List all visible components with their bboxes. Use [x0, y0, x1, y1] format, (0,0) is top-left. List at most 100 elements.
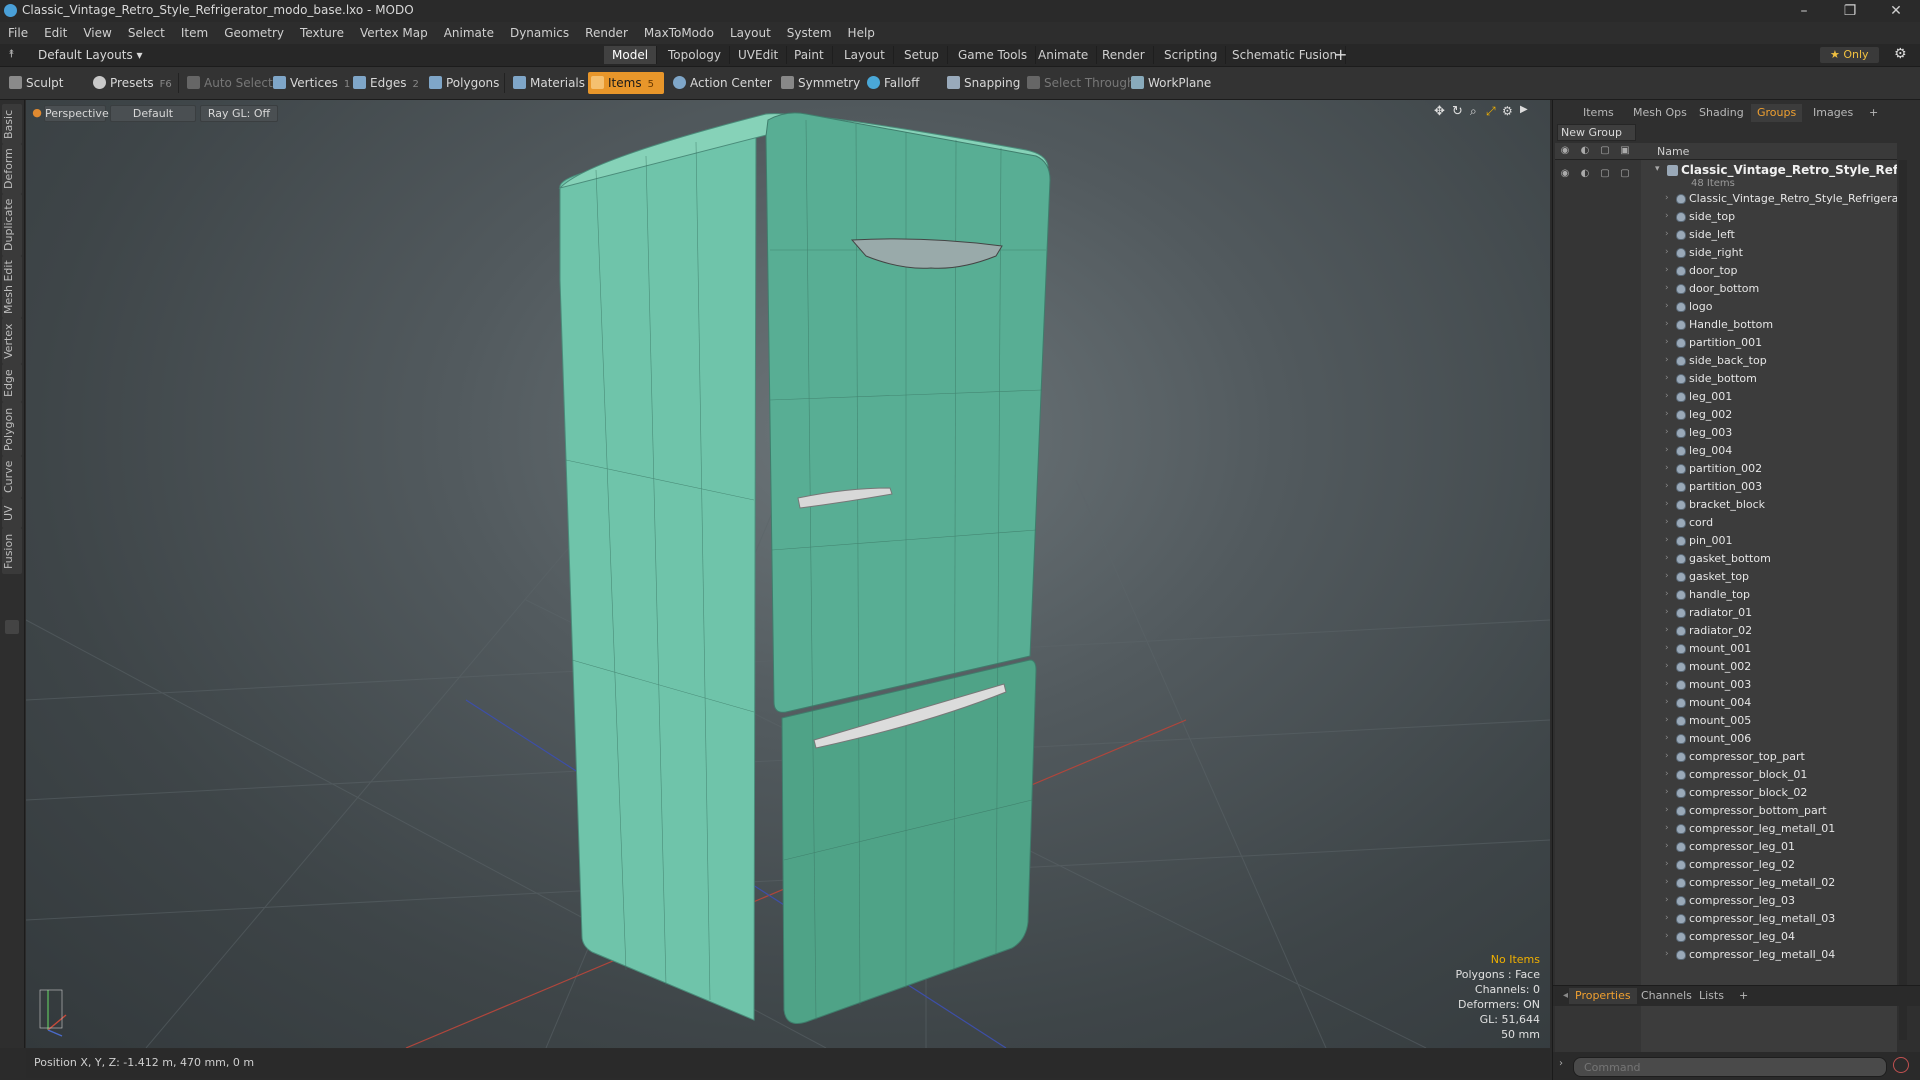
expand-chevron-icon[interactable]: › — [1665, 355, 1669, 365]
expand-chevron-icon[interactable]: › — [1665, 427, 1669, 437]
shading-dropdown[interactable]: Default — [110, 105, 196, 122]
render-icon[interactable]: ◐ — [1579, 168, 1591, 180]
expand-chevron-icon[interactable]: › — [1665, 625, 1669, 635]
expand-chevron-icon[interactable]: › — [1665, 391, 1669, 401]
tab-groups[interactable]: Groups — [1751, 104, 1803, 122]
list-item[interactable]: › side_right — [1555, 244, 1897, 262]
tab-schematic-fusion[interactable]: Schematic Fusion — [1224, 46, 1347, 64]
vtab-edge[interactable]: Edge — [2, 364, 22, 402]
command-history-icon[interactable]: › — [1559, 1058, 1563, 1069]
menu-maxtomodo[interactable]: MaxToModo — [636, 22, 722, 44]
default-layouts-dropdown[interactable]: Default Layouts ▾ — [38, 48, 143, 62]
expand-chevron-icon[interactable]: › — [1665, 517, 1669, 527]
vtab-duplicate[interactable]: Duplicate — [2, 194, 22, 256]
eye-icon[interactable]: ◉ — [1559, 168, 1571, 180]
list-item[interactable]: › compressor_block_02 — [1555, 784, 1897, 802]
expand-chevron-icon[interactable]: › — [1665, 409, 1669, 419]
list-item[interactable]: › leg_003 — [1555, 424, 1897, 442]
add-bottom-tab-button[interactable]: + — [1733, 988, 1754, 1004]
tab-options-icon[interactable] — [5, 620, 19, 634]
list-item[interactable]: › mount_005 — [1555, 712, 1897, 730]
presets-button[interactable]: Presets F6 — [90, 72, 176, 94]
expand-chevron-icon[interactable]: › — [1665, 301, 1669, 311]
view-mode-dropdown[interactable]: Perspective — [44, 105, 109, 122]
list-item[interactable]: › logo — [1555, 298, 1897, 316]
viewport-gear-icon[interactable]: ⚙ — [1502, 104, 1513, 118]
expand-chevron-icon[interactable]: › — [1665, 247, 1669, 257]
vtab-curve[interactable]: Curve — [2, 456, 22, 498]
zoom-icon[interactable]: ⌕ — [1470, 104, 1477, 119]
list-item[interactable]: › compressor_leg_metall_04 — [1555, 946, 1897, 964]
list-item[interactable]: › leg_004 — [1555, 442, 1897, 460]
menu-edit[interactable]: Edit — [36, 22, 75, 44]
tab-channels[interactable]: Channels — [1635, 988, 1698, 1004]
close-button[interactable]: ✕ — [1876, 1, 1916, 21]
list-item[interactable]: › leg_002 — [1555, 406, 1897, 424]
command-input[interactable] — [1573, 1057, 1887, 1077]
list-item[interactable]: › pin_001 — [1555, 532, 1897, 550]
tab-animate[interactable]: Animate — [1030, 46, 1098, 64]
expand-chevron-icon[interactable]: › — [1665, 859, 1669, 869]
list-item[interactable]: › compressor_block_01 — [1555, 766, 1897, 784]
vtab-mesh-edit[interactable]: Mesh Edit — [2, 256, 22, 318]
list-item[interactable]: › side_back_top — [1555, 352, 1897, 370]
tab-paint[interactable]: Paint — [786, 46, 833, 64]
expand-chevron-icon[interactable]: › — [1665, 193, 1669, 203]
expand-chevron-icon[interactable]: › — [1665, 661, 1669, 671]
new-group-button[interactable]: New Group — [1557, 124, 1636, 141]
tab-layout[interactable]: Layout — [836, 46, 894, 64]
list-item[interactable]: › door_bottom — [1555, 280, 1897, 298]
gear-icon[interactable]: ⚙ — [1894, 46, 1907, 62]
expand-chevron-icon[interactable]: › — [1665, 697, 1669, 707]
expand-chevron-icon[interactable]: › — [1665, 283, 1669, 293]
tab-properties[interactable]: Properties — [1569, 988, 1637, 1004]
expand-chevron-icon[interactable]: › — [1665, 877, 1669, 887]
menu-texture[interactable]: Texture — [292, 22, 352, 44]
expand-chevron-icon[interactable]: › — [1665, 265, 1669, 275]
expand-chevron-icon[interactable]: › — [1665, 913, 1669, 923]
expand-chevron-icon[interactable]: › — [1665, 553, 1669, 563]
menu-select[interactable]: Select — [120, 22, 173, 44]
select-through-button[interactable]: Select Through — [1024, 72, 1139, 94]
expand-chevron-icon[interactable]: › — [1665, 319, 1669, 329]
expand-chevron-icon[interactable]: › — [1665, 841, 1669, 851]
list-item[interactable]: › handle_top — [1555, 586, 1897, 604]
expand-chevron-icon[interactable]: › — [1665, 229, 1669, 239]
list-item[interactable]: › cord — [1555, 514, 1897, 532]
list-item[interactable]: › partition_002 — [1555, 460, 1897, 478]
name-column-header[interactable]: Name — [1657, 145, 1689, 158]
expand-chevron-icon[interactable]: › — [1665, 499, 1669, 509]
expand-chevron-icon[interactable]: › — [1665, 211, 1669, 221]
snapping-button[interactable]: Snapping — [944, 72, 1024, 94]
vtab-uv[interactable]: UV — [2, 498, 22, 528]
menu-vertex-map[interactable]: Vertex Map — [352, 22, 436, 44]
only-toggle[interactable]: ★ Only — [1820, 47, 1879, 63]
list-item[interactable]: › mount_004 — [1555, 694, 1897, 712]
expand-chevron-icon[interactable]: › — [1665, 589, 1669, 599]
lock-column-icon[interactable]: ▢ — [1599, 145, 1611, 157]
select-icon[interactable]: ▢ — [1619, 168, 1631, 180]
tab-items[interactable]: Items — [1577, 104, 1620, 122]
expand-chevron-icon[interactable]: › — [1665, 337, 1669, 347]
expand-chevron-icon[interactable]: › — [1665, 445, 1669, 455]
materials-button[interactable]: Materials — [510, 72, 589, 94]
list-item[interactable]: › compressor_top_part — [1555, 748, 1897, 766]
list-item[interactable]: › partition_001 — [1555, 334, 1897, 352]
menu-item[interactable]: Item — [173, 22, 216, 44]
menu-animate[interactable]: Animate — [436, 22, 502, 44]
tab-game-tools[interactable]: Game Tools — [950, 46, 1037, 64]
expand-chevron-icon[interactable]: › — [1665, 895, 1669, 905]
list-item[interactable]: › compressor_leg_metall_03 — [1555, 910, 1897, 928]
expand-chevron-icon[interactable]: › — [1665, 535, 1669, 545]
groups-list[interactable]: ◉ ◐ ▢ ▢ ▾ Classic_Vintage_Retro_Style_Re… — [1555, 160, 1897, 1080]
select-column-icon[interactable]: ▣ — [1619, 145, 1631, 157]
visibility-column-icon[interactable]: ◉ — [1559, 145, 1571, 157]
group-row[interactable]: ◉ ◐ ▢ ▢ ▾ Classic_Vintage_Retro_Style_Re… — [1555, 160, 1897, 190]
list-item[interactable]: › compressor_leg_02 — [1555, 856, 1897, 874]
lock-icon[interactable]: ▢ — [1599, 168, 1611, 180]
layout-menu-icon[interactable]: ⯭ — [8, 47, 15, 61]
list-item[interactable]: › compressor_leg_04 — [1555, 928, 1897, 946]
list-item[interactable]: › partition_003 — [1555, 478, 1897, 496]
render-column-icon[interactable]: ◐ — [1579, 145, 1591, 157]
tab-lists[interactable]: Lists — [1693, 988, 1730, 1004]
